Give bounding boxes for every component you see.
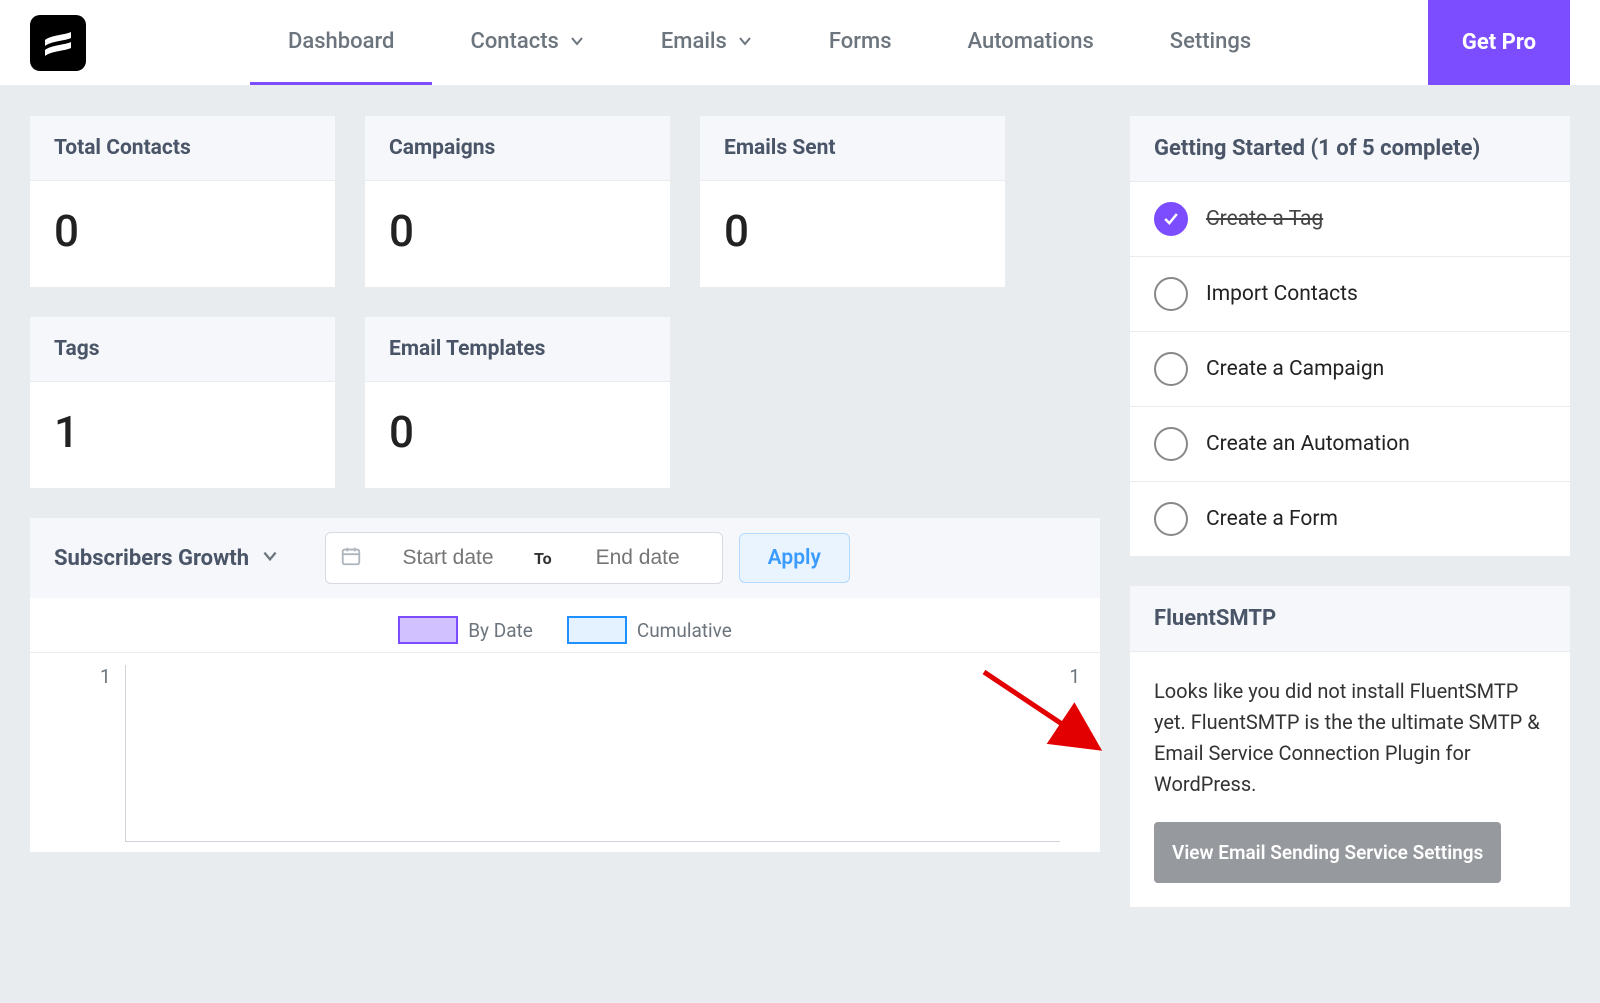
stat-value: 0 bbox=[365, 382, 670, 488]
chevron-down-icon bbox=[737, 33, 753, 49]
start-date-input[interactable] bbox=[378, 546, 518, 570]
chevron-down-icon bbox=[569, 33, 585, 49]
getting-started-title: Getting Started (1 of 5 complete) bbox=[1130, 116, 1570, 182]
circle-icon bbox=[1154, 502, 1188, 536]
date-range-picker[interactable]: To bbox=[325, 532, 723, 584]
logo-icon bbox=[41, 26, 75, 60]
getting-started-list: Create a Tag Import Contacts Create a Ca… bbox=[1130, 182, 1570, 556]
check-circle-icon bbox=[1154, 202, 1188, 236]
legend-cumulative[interactable]: Cumulative bbox=[567, 616, 732, 644]
growth-header: Subscribers Growth To Ap bbox=[30, 518, 1100, 598]
gs-item-label: Create a Campaign bbox=[1206, 357, 1384, 381]
nav-label: Settings bbox=[1170, 29, 1251, 54]
calendar-icon bbox=[340, 545, 362, 571]
stats-row-2: Tags 1 Email Templates 0 bbox=[30, 317, 1100, 488]
gs-item-create-campaign[interactable]: Create a Campaign bbox=[1130, 332, 1570, 407]
gs-item-import-contacts[interactable]: Import Contacts bbox=[1130, 257, 1570, 332]
growth-title-label: Subscribers Growth bbox=[54, 546, 249, 571]
apply-label: Apply bbox=[768, 546, 821, 570]
get-pro-button[interactable]: Get Pro bbox=[1428, 0, 1570, 85]
fluentsmtp-panel: FluentSMTP Looks like you did not instal… bbox=[1130, 586, 1570, 907]
nav-forms[interactable]: Forms bbox=[791, 0, 930, 85]
stat-value: 0 bbox=[700, 181, 1005, 287]
nav-label: Dashboard bbox=[288, 29, 394, 54]
stat-emails-sent[interactable]: Emails Sent 0 bbox=[700, 116, 1005, 287]
nav-contacts[interactable]: Contacts bbox=[432, 0, 622, 85]
left-column: Total Contacts 0 Campaigns 0 Emails Sent… bbox=[30, 116, 1100, 907]
get-pro-label: Get Pro bbox=[1462, 30, 1536, 55]
gs-item-create-tag[interactable]: Create a Tag bbox=[1130, 182, 1570, 257]
fluentsmtp-text: Looks like you did not install FluentSMT… bbox=[1154, 676, 1546, 800]
nav-settings[interactable]: Settings bbox=[1132, 0, 1289, 85]
stat-email-templates[interactable]: Email Templates 0 bbox=[365, 317, 670, 488]
button-label: View Email Sending Service Settings bbox=[1172, 841, 1483, 864]
chart-plot-area bbox=[125, 665, 1060, 842]
stat-label: Tags bbox=[30, 317, 335, 382]
nav-label: Contacts bbox=[470, 29, 558, 54]
legend-label: Cumulative bbox=[637, 619, 732, 642]
stat-label: Total Contacts bbox=[30, 116, 335, 181]
gs-item-label: Create an Automation bbox=[1206, 432, 1410, 456]
stat-value: 1 bbox=[30, 382, 335, 488]
y-axis-right-tick: 1 bbox=[1069, 665, 1080, 688]
getting-started-panel: Getting Started (1 of 5 complete) Create… bbox=[1130, 116, 1570, 556]
stat-label: Campaigns bbox=[365, 116, 670, 181]
nav-dashboard[interactable]: Dashboard bbox=[250, 0, 432, 85]
circle-icon bbox=[1154, 352, 1188, 386]
stat-value: 0 bbox=[30, 181, 335, 287]
subscribers-growth-panel: Subscribers Growth To Ap bbox=[30, 518, 1100, 852]
nav-label: Automations bbox=[968, 29, 1094, 54]
gs-item-create-form[interactable]: Create a Form bbox=[1130, 482, 1570, 556]
view-smtp-settings-button[interactable]: View Email Sending Service Settings bbox=[1154, 822, 1501, 883]
stat-campaigns[interactable]: Campaigns 0 bbox=[365, 116, 670, 287]
end-date-input[interactable] bbox=[568, 546, 708, 570]
apply-button[interactable]: Apply bbox=[739, 533, 850, 583]
legend-swatch-icon bbox=[567, 616, 627, 644]
chart-legend: By Date Cumulative bbox=[30, 598, 1100, 652]
nav-label: Emails bbox=[661, 29, 727, 54]
legend-label: By Date bbox=[468, 619, 533, 642]
legend-by-date[interactable]: By Date bbox=[398, 616, 533, 644]
fluentsmtp-title: FluentSMTP bbox=[1130, 586, 1570, 652]
right-column: Getting Started (1 of 5 complete) Create… bbox=[1130, 116, 1570, 907]
circle-icon bbox=[1154, 277, 1188, 311]
gs-item-label: Import Contacts bbox=[1206, 282, 1358, 306]
date-range-separator: To bbox=[534, 549, 552, 568]
y-axis-left-tick: 1 bbox=[100, 665, 111, 688]
stat-total-contacts[interactable]: Total Contacts 0 bbox=[30, 116, 335, 287]
chart-area: 1 1 bbox=[30, 652, 1100, 852]
fluentsmtp-body: Looks like you did not install FluentSMT… bbox=[1130, 652, 1570, 907]
nav-automations[interactable]: Automations bbox=[930, 0, 1132, 85]
gs-item-label: Create a Form bbox=[1206, 507, 1338, 531]
gs-item-label: Create a Tag bbox=[1206, 207, 1323, 231]
stat-value: 0 bbox=[365, 181, 670, 287]
stat-tags[interactable]: Tags 1 bbox=[30, 317, 335, 488]
nav-emails[interactable]: Emails bbox=[623, 0, 791, 85]
chevron-down-icon bbox=[261, 546, 279, 571]
nav-label: Forms bbox=[829, 29, 892, 54]
logo-container bbox=[0, 0, 250, 85]
nav-items: Dashboard Contacts Emails Forms Automati… bbox=[250, 0, 1428, 85]
growth-title-dropdown[interactable]: Subscribers Growth bbox=[54, 546, 279, 571]
stats-row-1: Total Contacts 0 Campaigns 0 Emails Sent… bbox=[30, 116, 1100, 287]
circle-icon bbox=[1154, 427, 1188, 461]
stat-label: Email Templates bbox=[365, 317, 670, 382]
stat-label: Emails Sent bbox=[700, 116, 1005, 181]
gs-item-create-automation[interactable]: Create an Automation bbox=[1130, 407, 1570, 482]
top-navbar: Dashboard Contacts Emails Forms Automati… bbox=[0, 0, 1600, 86]
legend-swatch-icon bbox=[398, 616, 458, 644]
content: Total Contacts 0 Campaigns 0 Emails Sent… bbox=[0, 86, 1600, 937]
app-logo[interactable] bbox=[30, 15, 86, 71]
